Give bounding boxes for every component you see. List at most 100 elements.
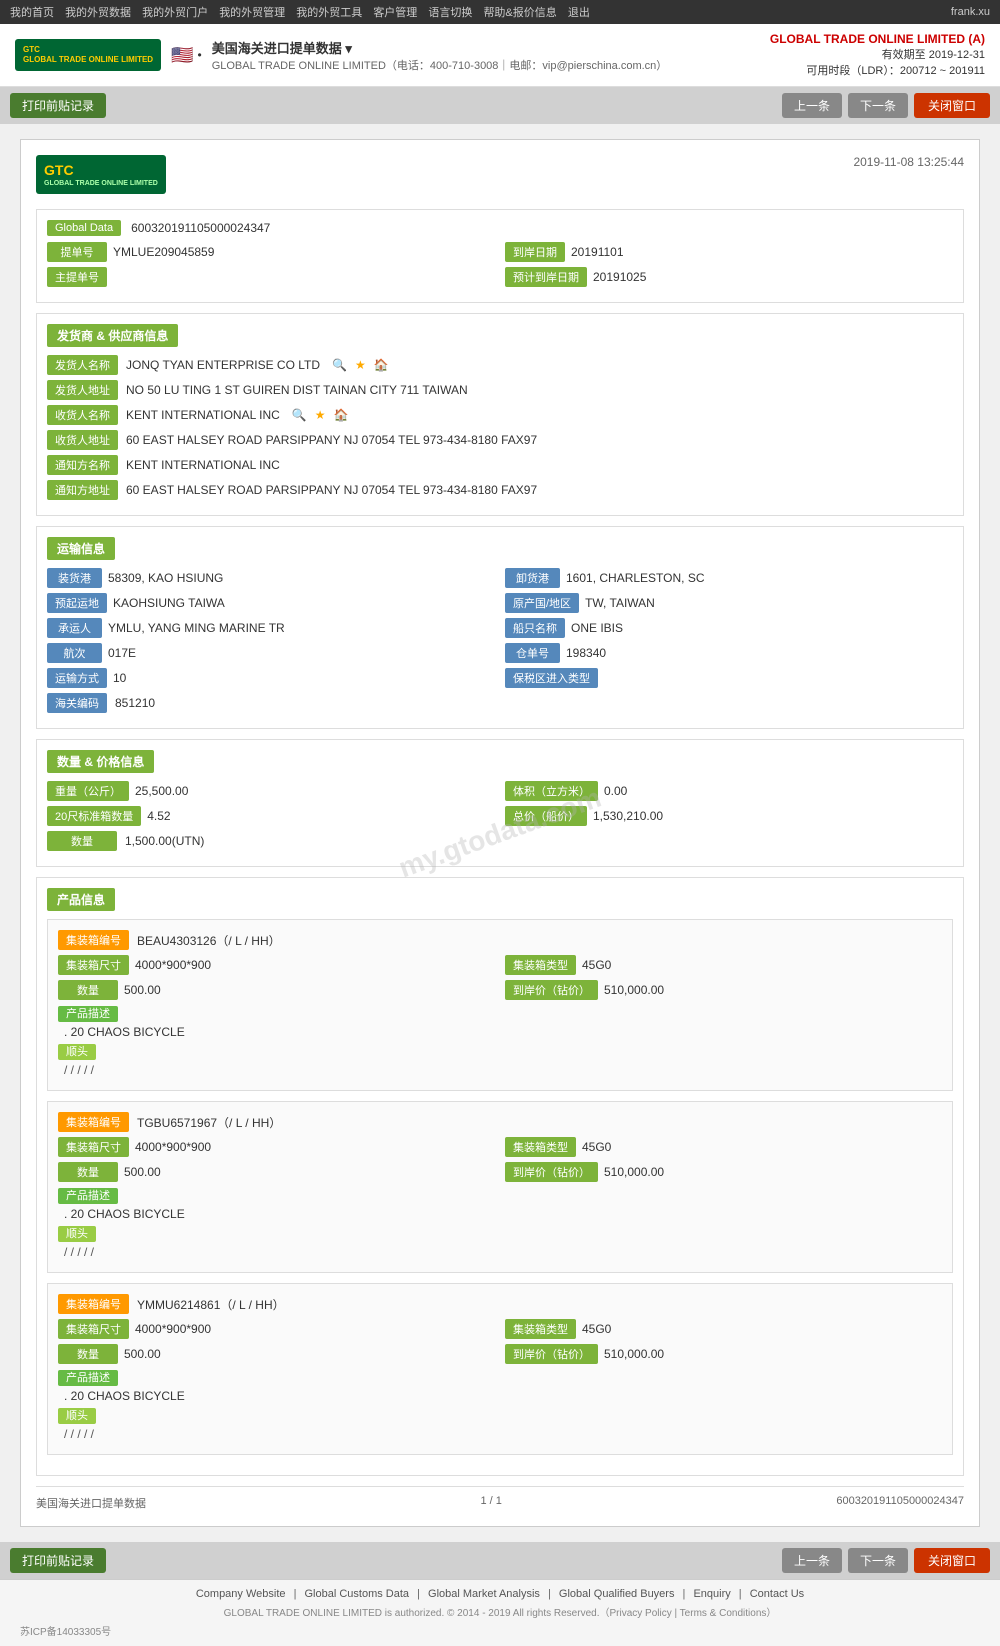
quantity-row1: 重量（公斤） 25,500.00 体积（立方米） 0.00 bbox=[47, 781, 953, 801]
bill-num-label: 仓单号 bbox=[505, 643, 560, 663]
bill-no-value: YMLUE209045859 bbox=[113, 245, 214, 259]
transport-row5: 运输方式 10 保税区进入类型 bbox=[47, 668, 953, 688]
customs-label: 海关编码 bbox=[47, 693, 107, 713]
bottom-close-button[interactable]: 关闭窗口 bbox=[914, 1548, 990, 1573]
footer-link-customs[interactable]: Global Customs Data bbox=[305, 1588, 410, 1600]
page-title: 美国海关进口提单数据 ▾ bbox=[212, 38, 668, 57]
nav-foreign-portal[interactable]: 我的外贸门户 bbox=[142, 7, 208, 19]
bottom-print-button[interactable]: 打印前贴记录 bbox=[10, 1548, 106, 1573]
qty-value-2: 500.00 bbox=[124, 1347, 161, 1361]
footer-links[interactable]: Company Website | Global Customs Data | … bbox=[20, 1588, 980, 1600]
consignee-home-icon[interactable]: 🏠 bbox=[334, 408, 349, 422]
nav-logout[interactable]: 退出 bbox=[568, 7, 590, 19]
price-label-2: 到岸价（钻价） bbox=[505, 1344, 598, 1364]
type-label-1: 集装箱类型 bbox=[505, 1137, 576, 1157]
bill-row: 提单号 YMLUE209045859 到岸日期 20191101 bbox=[47, 242, 953, 262]
main-content: GTC GLOBAL TRADE ONLINE LIMITED 2019-11-… bbox=[0, 124, 1000, 1542]
footer-link-website[interactable]: Company Website bbox=[196, 1588, 286, 1600]
desc-value-1: . 20 CHAOS BICYCLE bbox=[64, 1207, 942, 1221]
search-icon[interactable]: 🔍 bbox=[332, 358, 347, 372]
consignee-star-icon[interactable]: ★ bbox=[315, 408, 326, 422]
container-no-label-2: 集装箱编号 bbox=[58, 1294, 129, 1314]
bottom-prev-button[interactable]: 上一条 bbox=[782, 1548, 842, 1573]
separator: • bbox=[198, 48, 202, 62]
est-date-value: 20191025 bbox=[593, 270, 646, 284]
consignee-search-icon[interactable]: 🔍 bbox=[292, 408, 307, 422]
quantity-section: 数量 & 价格信息 重量（公斤） 25,500.00 体积（立方米） 0.00 … bbox=[36, 739, 964, 867]
transport-section: 运输信息 装货港 58309, KAO HSIUNG 卸货港 1601, CHA… bbox=[36, 526, 964, 729]
quantity-row2: 20尺标准箱数量 4.52 总价（船价） 1,530,210.00 bbox=[47, 806, 953, 826]
size-label-0: 集装箱尺寸 bbox=[58, 955, 129, 975]
shipper-addr-label: 发货人地址 bbox=[47, 380, 118, 400]
consignee-addr-label: 收货人地址 bbox=[47, 430, 118, 450]
container-no-value-0: BEAU4303126（/ L / HH） bbox=[137, 932, 281, 949]
desc-label-2: 产品描述 bbox=[58, 1370, 118, 1386]
seal-label-2: 顺头 bbox=[58, 1408, 96, 1424]
page-footer: Company Website | Global Customs Data | … bbox=[0, 1579, 1000, 1646]
footer-link-contact[interactable]: Contact Us bbox=[750, 1588, 804, 1600]
header-right: GLOBAL TRADE ONLINE LIMITED (A) 有效期至 201… bbox=[770, 32, 985, 78]
nav-user: frank.xu bbox=[951, 6, 990, 18]
top-toolbar: 打印前贴记录 上一条 下一条 关闭窗口 bbox=[0, 87, 1000, 124]
consignee-addr-row: 收货人地址 60 EAST HALSEY ROAD PARSIPPANY NJ … bbox=[47, 430, 953, 450]
bottom-next-button[interactable]: 下一条 bbox=[848, 1548, 908, 1573]
carrier-value: YMLU, YANG MING MARINE TR bbox=[108, 621, 285, 635]
doc-header: GTC GLOBAL TRADE ONLINE LIMITED 2019-11-… bbox=[36, 155, 964, 194]
next-button[interactable]: 下一条 bbox=[848, 93, 908, 118]
home-icon[interactable]: 🏠 bbox=[374, 358, 389, 372]
notify-name-row: 通知方名称 KENT INTERNATIONAL INC bbox=[47, 455, 953, 475]
bottom-toolbar-right: 上一条 下一条 关闭窗口 bbox=[782, 1548, 990, 1573]
price-value-0: 510,000.00 bbox=[604, 983, 664, 997]
star-icon[interactable]: ★ bbox=[355, 358, 366, 372]
vessel-value: ONE IBIS bbox=[571, 621, 623, 635]
global-data-label: Global Data bbox=[47, 220, 121, 236]
document-card: GTC GLOBAL TRADE ONLINE LIMITED 2019-11-… bbox=[20, 139, 980, 1527]
prev-button[interactable]: 上一条 bbox=[782, 93, 842, 118]
products-section: 产品信息 集装箱编号 BEAU4303126（/ L / HH） 集装箱尺寸 4… bbox=[36, 877, 964, 1476]
top-navigation: 我的首页 我的外贸数据 我的外贸门户 我的外贸管理 我的外贸工具 客户管理 语言… bbox=[0, 0, 1000, 24]
transport-mode-value: 10 bbox=[113, 671, 126, 685]
transport-section-header: 运输信息 bbox=[47, 537, 115, 560]
qty-label-0: 数量 bbox=[58, 980, 118, 1000]
nav-links[interactable]: 我的首页 我的外贸数据 我的外贸门户 我的外贸管理 我的外贸工具 客户管理 语言… bbox=[10, 4, 598, 20]
consignee-name-row: 收货人名称 KENT INTERNATIONAL INC 🔍 ★ 🏠 bbox=[47, 405, 953, 425]
notify-name-value: KENT INTERNATIONAL INC bbox=[126, 458, 280, 472]
bottom-toolbar-left: 打印前贴记录 bbox=[10, 1548, 106, 1573]
nav-crm[interactable]: 客户管理 bbox=[373, 7, 417, 19]
footer-link-enquiry[interactable]: Enquiry bbox=[693, 1588, 730, 1600]
unload-port-value: 1601, CHARLESTON, SC bbox=[566, 571, 705, 585]
page-header: GTC GLOBAL TRADE ONLINE LIMITED 🇺🇸 • 美国海… bbox=[0, 24, 1000, 87]
doc-id: 600320191105000024347 bbox=[836, 1495, 964, 1511]
product-item-1: 集装箱编号 TGBU6571967（/ L / HH） 集装箱尺寸 4000*9… bbox=[47, 1101, 953, 1273]
container-no-label-0: 集装箱编号 bbox=[58, 930, 129, 950]
container-no-value-2: YMMU6214861（/ L / HH） bbox=[137, 1296, 285, 1313]
nav-help[interactable]: 帮助&报价信息 bbox=[483, 7, 556, 19]
price-value-2: 510,000.00 bbox=[604, 1347, 664, 1361]
seal-label-0: 顺头 bbox=[58, 1044, 96, 1060]
global-data-value: 600320191105000024347 bbox=[131, 221, 270, 235]
ldr-info: 可用时段（LDR）：200712 ~ 201911 bbox=[770, 62, 985, 78]
doc-logo: GTC GLOBAL TRADE ONLINE LIMITED bbox=[36, 155, 166, 194]
quantity-value: 1,500.00(UTN) bbox=[125, 834, 204, 848]
type-value-0: 45G0 bbox=[582, 958, 611, 972]
footer-link-market[interactable]: Global Market Analysis bbox=[428, 1588, 540, 1600]
shipdate-value: 20191101 bbox=[571, 245, 624, 259]
print-button[interactable]: 打印前贴记录 bbox=[10, 93, 106, 118]
nav-language[interactable]: 语言切换 bbox=[428, 7, 472, 19]
nav-foreign-tools[interactable]: 我的外贸工具 bbox=[296, 7, 362, 19]
shipdate-label: 到岸日期 bbox=[505, 242, 565, 262]
shipper-name-row: 发货人名称 JONQ TYAN ENTERPRISE CO LTD 🔍 ★ 🏠 bbox=[47, 355, 953, 375]
close-button[interactable]: 关闭窗口 bbox=[914, 93, 990, 118]
validity: 有效期至 2019-12-31 bbox=[770, 46, 985, 62]
nav-foreign-manage[interactable]: 我的外贸管理 bbox=[219, 7, 285, 19]
desc-label-0: 产品描述 bbox=[58, 1006, 118, 1022]
nav-home[interactable]: 我的首页 bbox=[10, 7, 54, 19]
footer-link-buyers[interactable]: Global Qualified Buyers bbox=[559, 1588, 675, 1600]
nav-foreign-data[interactable]: 我的外贸数据 bbox=[65, 7, 131, 19]
vessel-label: 船只名称 bbox=[505, 618, 565, 638]
qty-value-1: 500.00 bbox=[124, 1165, 161, 1179]
total-price-label: 总价（船价） bbox=[505, 806, 587, 826]
price-label-0: 到岸价（钻价） bbox=[505, 980, 598, 1000]
notify-addr-label: 通知方地址 bbox=[47, 480, 118, 500]
quantity-section-header: 数量 & 价格信息 bbox=[47, 750, 154, 773]
